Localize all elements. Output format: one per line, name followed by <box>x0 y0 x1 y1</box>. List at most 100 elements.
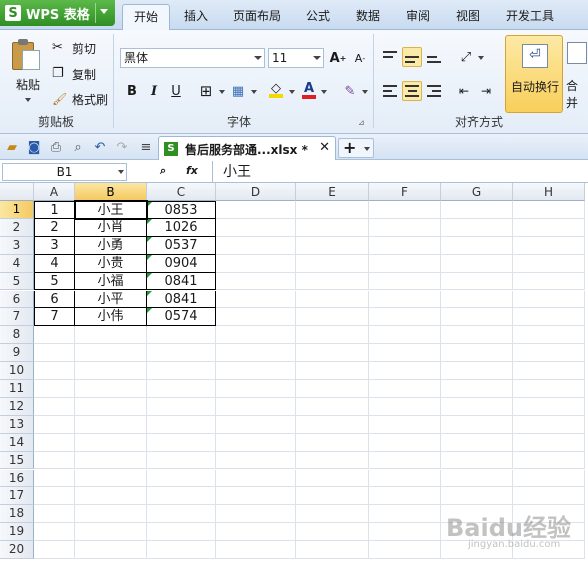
font-name-combo[interactable]: 黑体 <box>120 48 265 68</box>
cell-g1[interactable] <box>441 201 513 219</box>
cell-d15[interactable] <box>216 451 296 470</box>
wps-app-menu-button[interactable]: S WPS 表格 <box>0 0 115 26</box>
cell-h1[interactable] <box>513 201 585 219</box>
cell-b2[interactable]: 小肖 <box>75 218 147 237</box>
cell-c10[interactable] <box>147 362 216 380</box>
decrease-font-icon[interactable]: A- <box>350 48 370 68</box>
cell-fill-icon[interactable]: ▦ <box>228 81 248 101</box>
row-header-15[interactable]: 15 <box>0 451 34 470</box>
highlight-color-icon[interactable]: ◇ <box>266 81 286 101</box>
tab-review[interactable]: 审阅 <box>398 4 438 30</box>
cell-a18[interactable] <box>34 505 75 524</box>
cell-f8[interactable] <box>369 326 441 345</box>
cell-g4[interactable] <box>441 254 513 273</box>
cell-f14[interactable] <box>369 433 441 452</box>
cell-b8[interactable] <box>75 326 147 345</box>
cell-b1[interactable]: 小王 <box>75 201 147 219</box>
cell-a20[interactable] <box>34 541 75 559</box>
close-icon[interactable]: ✕ <box>319 140 330 155</box>
cell-b17[interactable] <box>75 487 147 506</box>
cell-e10[interactable] <box>296 362 369 380</box>
row-header-14[interactable]: 14 <box>0 433 34 452</box>
cell-b16[interactable] <box>75 469 147 488</box>
cell-c8[interactable] <box>147 326 216 345</box>
cell-d14[interactable] <box>216 433 296 452</box>
cell-g7[interactable] <box>441 308 513 327</box>
cell-c9[interactable] <box>147 344 216 363</box>
cell-b19[interactable] <box>75 523 147 542</box>
row-header-11[interactable]: 11 <box>0 380 34 398</box>
cell-e5[interactable] <box>296 272 369 291</box>
increase-font-icon[interactable]: A + <box>328 48 348 68</box>
cell-h15[interactable] <box>513 451 585 470</box>
cell-h13[interactable] <box>513 415 585 434</box>
cell-e11[interactable] <box>296 380 369 398</box>
cell-f13[interactable] <box>369 415 441 434</box>
cell-a15[interactable] <box>34 451 75 470</box>
cell-f11[interactable] <box>369 380 441 398</box>
cell-g3[interactable] <box>441 236 513 255</box>
cell-c5[interactable]: 0841 <box>147 272 216 291</box>
cell-b10[interactable] <box>75 362 147 380</box>
column-header-a[interactable]: A <box>34 183 75 201</box>
undo-icon[interactable]: ↶ <box>92 139 108 155</box>
cell-b11[interactable] <box>75 380 147 398</box>
cell-f19[interactable] <box>369 523 441 542</box>
row-header-4[interactable]: 4 <box>0 254 34 273</box>
tab-insert[interactable]: 插入 <box>176 4 216 30</box>
row-header-16[interactable]: 16 <box>0 469 34 488</box>
borders-icon[interactable]: ⊞ <box>196 81 216 101</box>
cell-e19[interactable] <box>296 523 369 542</box>
font-size-combo[interactable]: 11 <box>268 48 324 68</box>
cell-e17[interactable] <box>296 487 369 506</box>
cell-h6[interactable] <box>513 290 585 309</box>
cell-d4[interactable] <box>216 254 296 273</box>
italic-button[interactable]: I <box>144 81 164 101</box>
cell-c19[interactable] <box>147 523 216 542</box>
cell-e18[interactable] <box>296 505 369 524</box>
cell-a12[interactable] <box>34 397 75 416</box>
row-header-19[interactable]: 19 <box>0 523 34 542</box>
cell-c18[interactable] <box>147 505 216 524</box>
cell-h12[interactable] <box>513 397 585 416</box>
row-header-2[interactable]: 2 <box>0 218 34 237</box>
text-orientation-icon[interactable]: ⤢ <box>456 47 476 67</box>
column-header-d[interactable]: D <box>216 183 296 201</box>
cell-f20[interactable] <box>369 541 441 559</box>
cell-d8[interactable] <box>216 326 296 345</box>
cell-c13[interactable] <box>147 415 216 434</box>
cell-f16[interactable] <box>369 469 441 488</box>
chevron-down-icon[interactable] <box>289 90 295 94</box>
cell-g8[interactable] <box>441 326 513 345</box>
column-header-e[interactable]: E <box>296 183 369 201</box>
cell-h14[interactable] <box>513 433 585 452</box>
row-header-3[interactable]: 3 <box>0 236 34 255</box>
save-icon[interactable]: ◙ <box>26 139 42 155</box>
cell-h4[interactable] <box>513 254 585 273</box>
copy-button[interactable]: ❐ 复制 <box>52 64 96 84</box>
open-folder-icon[interactable]: ▰ <box>4 139 20 155</box>
chevron-down-icon[interactable] <box>321 90 327 94</box>
cell-g6[interactable] <box>441 290 513 309</box>
cell-a8[interactable] <box>34 326 75 345</box>
cell-c11[interactable] <box>147 380 216 398</box>
cell-f1[interactable] <box>369 201 441 219</box>
cell-h9[interactable] <box>513 344 585 363</box>
chevron-down-icon[interactable] <box>252 49 264 67</box>
cell-f18[interactable] <box>369 505 441 524</box>
cell-f12[interactable] <box>369 397 441 416</box>
cell-b5[interactable]: 小福 <box>75 272 147 291</box>
chevron-down-icon[interactable] <box>219 90 225 94</box>
cell-c7[interactable]: 0574 <box>147 308 216 327</box>
cell-g5[interactable] <box>441 272 513 291</box>
cell-f2[interactable] <box>369 218 441 237</box>
cell-g16[interactable] <box>441 469 513 488</box>
cell-a14[interactable] <box>34 433 75 452</box>
cell-e16[interactable] <box>296 469 369 488</box>
cell-f7[interactable] <box>369 308 441 327</box>
cell-g2[interactable] <box>441 218 513 237</box>
cell-f5[interactable] <box>369 272 441 291</box>
cell-g15[interactable] <box>441 451 513 470</box>
cell-c3[interactable]: 0537 <box>147 236 216 255</box>
cell-a7[interactable]: 7 <box>34 308 75 327</box>
